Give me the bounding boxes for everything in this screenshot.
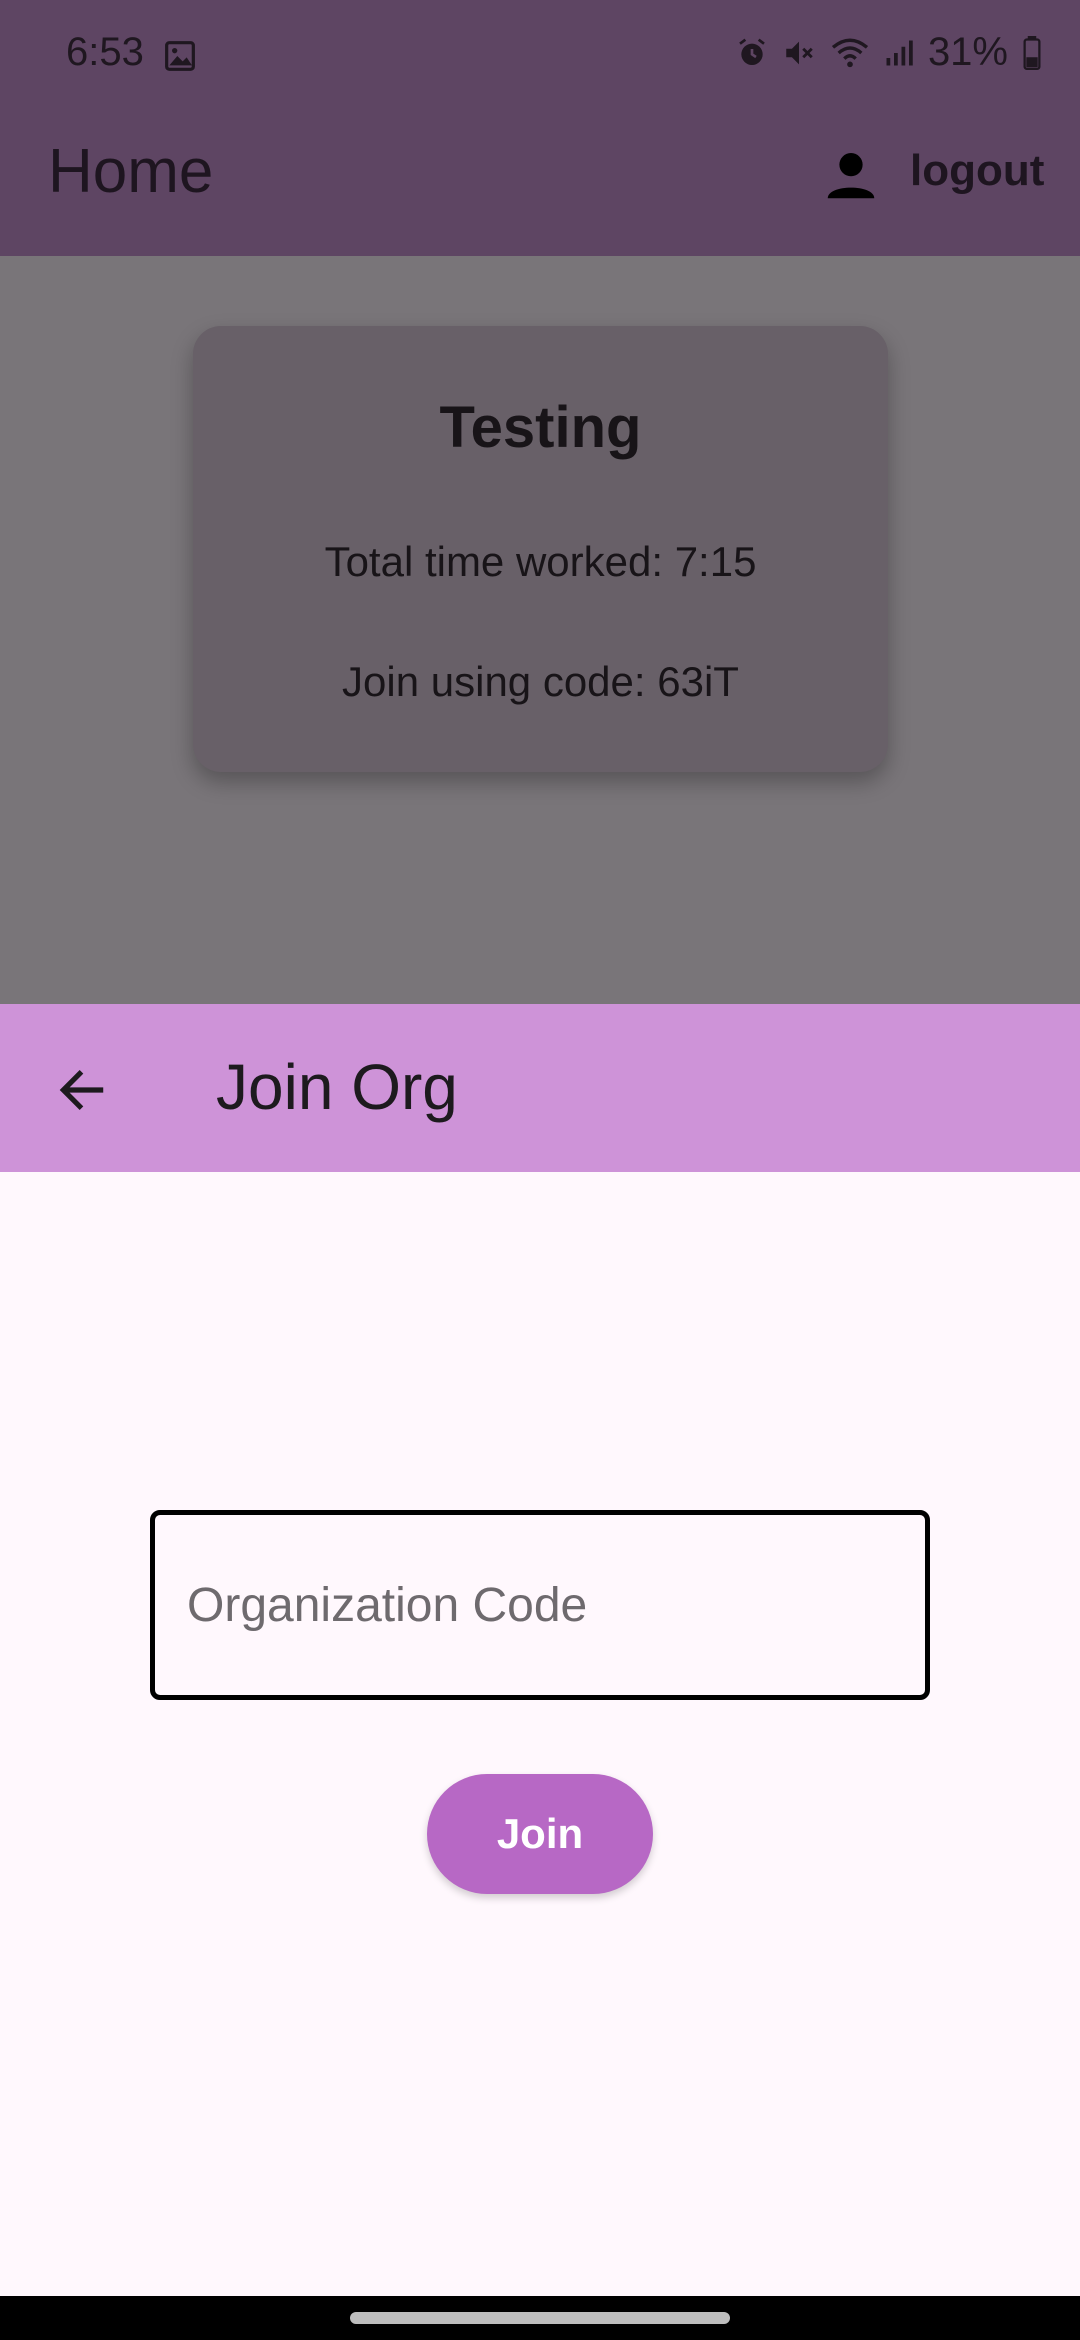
battery-icon: [1023, 35, 1041, 70]
total-time-worked: Total time worked: 7:15: [324, 538, 757, 585]
join-button[interactable]: Join: [427, 1774, 653, 1894]
home-body: Testing Total time worked: 7:15 Join usi…: [0, 256, 1080, 1004]
organization-name: Testing: [439, 395, 642, 460]
battery-percent: 31%: [927, 30, 1008, 74]
logout-button[interactable]: logout: [910, 146, 1044, 196]
page-title: Home: [48, 137, 214, 206]
join-org-app-bar: Join Org: [0, 1004, 1080, 1172]
status-time: 6:53: [66, 30, 144, 74]
screen: 6:53 31% Home logout Testing Total time …: [0, 0, 1080, 2340]
alarm-icon: [739, 38, 765, 65]
mute-icon: [786, 41, 813, 64]
join-org-body: Join: [0, 1172, 1080, 2296]
arrow-back-icon: [59, 1070, 104, 1110]
system-navigation-bar: [0, 2296, 1080, 2340]
organization-card[interactable]: Testing Total time worked: 7:15 Join usi…: [193, 326, 888, 772]
organization-code-field[interactable]: [150, 1510, 930, 1700]
status-bar: 6:53 31%: [0, 0, 1080, 114]
back-button[interactable]: [40, 1048, 124, 1132]
join-org-title: Join Org: [216, 1051, 458, 1123]
person-icon[interactable]: [820, 144, 882, 206]
image-icon: [165, 41, 195, 71]
home-page-scrim[interactable]: 6:53 31% Home logout Testing Total time …: [0, 0, 1080, 1004]
wifi-icon: [831, 38, 869, 67]
organization-code-input[interactable]: [155, 1515, 925, 1695]
signal-icon: [886, 40, 913, 65]
join-code: Join using code: 63iT: [342, 658, 739, 705]
status-icons: 31%: [736, 30, 1042, 75]
home-indicator[interactable]: [350, 2312, 730, 2324]
home-app-bar: Home logout: [0, 114, 1080, 256]
